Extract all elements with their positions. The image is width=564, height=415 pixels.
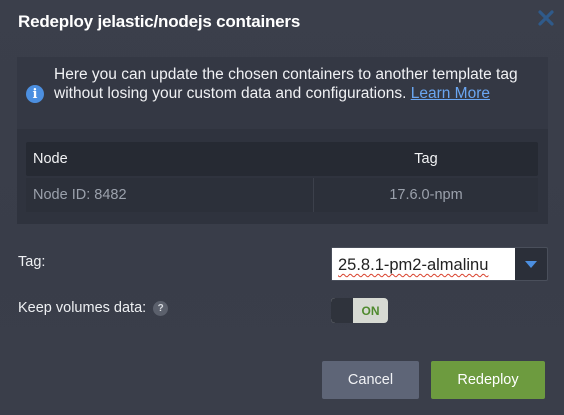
table-row: Node ID: 8482 17.6.0-npm <box>26 178 538 212</box>
redeploy-button[interactable]: Redeploy <box>431 361 545 399</box>
cancel-button[interactable]: Cancel <box>322 361 419 399</box>
redeploy-dialog: Redeploy jelastic/nodejs containers i He… <box>0 0 564 415</box>
learn-more-link[interactable]: Learn More <box>411 85 490 102</box>
keep-volumes-label: Keep volumes data: ? <box>18 300 169 316</box>
cell-current-tag: 17.6.0-npm <box>389 187 463 203</box>
toggle-knob <box>331 298 353 323</box>
info-panel: i Here you can update the chosen contain… <box>17 57 548 224</box>
close-icon[interactable] <box>536 8 556 28</box>
tag-label: Tag: <box>18 254 46 270</box>
keep-volumes-toggle[interactable]: ON <box>331 298 388 323</box>
nodes-table: Node Tag Node ID: 8482 17.6.0-npm <box>26 142 538 212</box>
dialog-title: Redeploy jelastic/nodejs containers <box>18 12 301 31</box>
cell-node-id: Node ID: 8482 <box>26 178 314 212</box>
chevron-down-icon[interactable] <box>515 248 547 280</box>
keep-volumes-text: Keep volumes data: <box>18 300 147 316</box>
toggle-state: ON <box>361 303 380 318</box>
info-text: Here you can update the chosen container… <box>54 65 534 103</box>
tag-select[interactable]: 25.8.1-pm2-almalinu <box>331 247 548 281</box>
table-header: Node Tag <box>26 142 538 176</box>
info-icon: i <box>26 85 44 103</box>
help-icon[interactable]: ? <box>153 300 169 316</box>
column-header-node: Node <box>33 151 68 167</box>
column-header-tag: Tag <box>414 151 438 167</box>
tag-input[interactable]: 25.8.1-pm2-almalinu <box>332 248 515 280</box>
info-message: i Here you can update the chosen contain… <box>17 57 548 129</box>
